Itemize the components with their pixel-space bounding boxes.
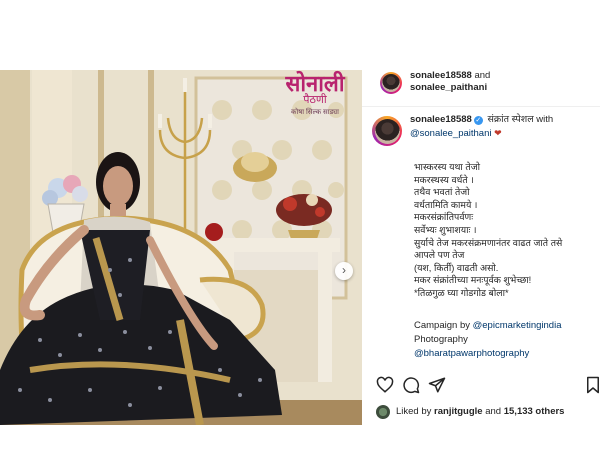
header-and: and (474, 70, 491, 81)
bookmark-icon[interactable] (584, 376, 600, 394)
avatar[interactable] (382, 74, 400, 92)
caption-body: भास्करस्य यथा तेजो मकरस्थस्य वर्धते । तथ… (414, 162, 563, 298)
brand-logo-tagline: कोषा सिल्क साड्या (291, 109, 339, 116)
photography-label: Photography (414, 334, 468, 345)
paper-plane-icon[interactable] (428, 376, 446, 394)
caption-title: संक्रांत स्पेशल with (487, 114, 554, 125)
likes-count[interactable]: 15,133 others (504, 406, 565, 417)
heart-emoji-icon: ❤ (494, 127, 502, 138)
liker-avatar[interactable] (376, 405, 390, 419)
likes-summary: Liked by ranjitgugle and 15,133 others (376, 404, 600, 420)
post-header: sonalee18588 and sonalee_paithani (362, 70, 600, 107)
liker-username[interactable]: ranjitgugle (434, 406, 483, 417)
campaign-label: Campaign by (414, 320, 470, 331)
photography-handle[interactable]: @bharatpawarphotography (414, 348, 529, 359)
chevron-right-icon: › (342, 263, 346, 277)
likes-prefix: Liked by (396, 406, 432, 417)
verified-badge-icon: ✓ (473, 116, 483, 125)
post-header-authors: sonalee18588 and sonalee_paithani (410, 70, 490, 94)
likes-and: and (485, 406, 502, 417)
carousel-next-button[interactable]: › (335, 262, 353, 280)
caption-avatar[interactable] (374, 118, 400, 144)
brand-logo: सोनाली पैठणी कोषा सिल्क साड्या (272, 72, 358, 117)
comment-bubble-icon[interactable] (402, 376, 420, 394)
likes-text: Liked by ranjitgugle and 15,133 others (396, 404, 564, 420)
header-username[interactable]: sonalee18588 (410, 70, 472, 81)
heart-outline-icon[interactable] (376, 376, 394, 394)
photo-scene (0, 70, 362, 425)
instagram-post: सोनाली पैठणी कोषा सिल्क साड्या › sonalee… (0, 70, 600, 425)
campaign-handle[interactable]: @epicmarketingindia (473, 320, 562, 331)
post-side-panel: sonalee18588 and sonalee_paithani sonale… (362, 70, 600, 425)
post-photo[interactable]: सोनाली पैठणी कोषा सिल्क साड्या › (0, 70, 362, 425)
caption-credits: Campaign by @epicmarketingindia Photogra… (414, 319, 600, 361)
caption-header: sonalee18588 ✓ संक्रांत स्पेशल with @sona… (410, 114, 600, 140)
caption-mention[interactable]: @sonalee_paithani (410, 128, 491, 139)
header-collaborator[interactable]: sonalee_paithani (410, 82, 487, 93)
post-actions (376, 376, 600, 394)
caption-username[interactable]: sonalee18588 (410, 114, 472, 125)
